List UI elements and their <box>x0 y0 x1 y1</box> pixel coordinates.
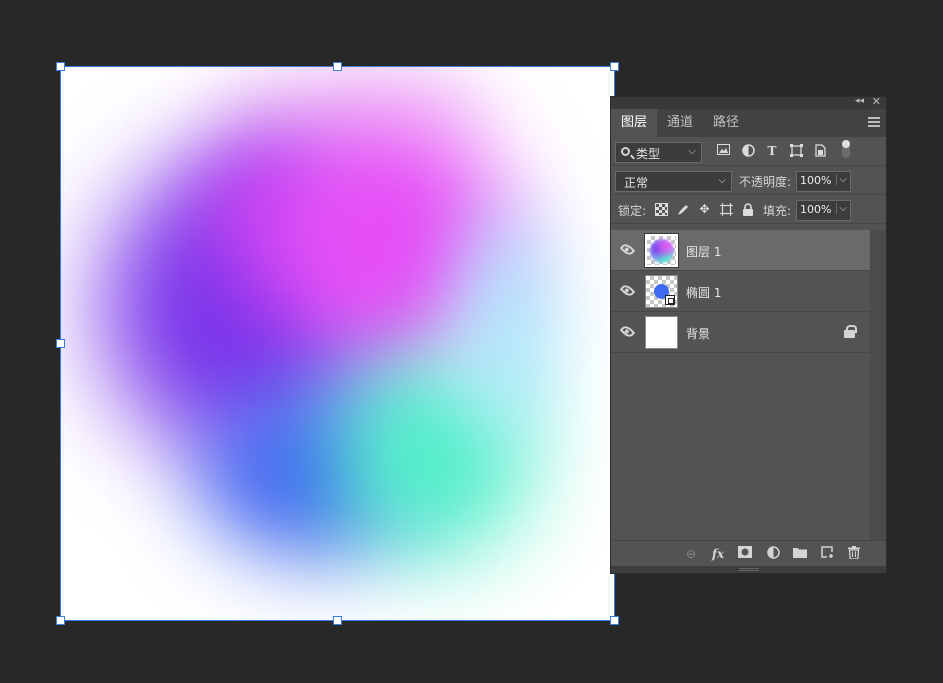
layer-row[interactable]: 背景 <box>611 312 871 353</box>
tab-layers[interactable]: 图层 <box>611 109 658 137</box>
panel-resize-bar[interactable] <box>611 566 886 573</box>
resize-grip-icon[interactable] <box>739 568 759 571</box>
layer-name[interactable]: 背景 <box>686 325 710 342</box>
lock-image-pixels-icon[interactable] <box>677 203 690 216</box>
filter-toggle-switch[interactable] <box>842 140 850 158</box>
delete-layer-icon[interactable] <box>846 546 862 562</box>
blend-mode-dropdown[interactable]: 正常 ⌵ <box>615 171 732 192</box>
chevron-down-icon[interactable]: ⌵ <box>836 174 847 185</box>
lock-row: 锁定: ✥ 填充: 100% ⌵ <box>611 195 886 224</box>
layers-panel: ◂◂ ✕ 图层 通道 路径 类型 ⌵ T 正常 ⌵ 不透明度: 100% ⌵ 锁… <box>610 95 887 574</box>
visibility-eye-icon[interactable] <box>619 241 636 258</box>
add-mask-icon[interactable] <box>737 546 753 562</box>
document-canvas[interactable] <box>61 67 614 620</box>
shape-filter-icon[interactable] <box>789 144 803 158</box>
lock-position-icon[interactable]: ✥ <box>698 203 711 216</box>
gradient-blob-cyan <box>461 207 551 437</box>
blend-mode-row: 正常 ⌵ 不透明度: 100% ⌵ <box>611 166 886 195</box>
transform-handle-bottom-left[interactable] <box>56 616 65 625</box>
filter-kind-label: 类型 <box>636 147 661 161</box>
close-panel-icon[interactable]: ✕ <box>872 95 881 108</box>
fill-label: 填充: <box>763 204 792 218</box>
chevron-down-icon: ⌵ <box>718 175 726 186</box>
visibility-eye-icon[interactable] <box>619 282 636 299</box>
panel-title-bar[interactable]: ◂◂ ✕ <box>611 95 886 109</box>
lock-transparent-pixels-icon[interactable] <box>655 203 668 216</box>
opacity-value: 100% <box>800 174 832 187</box>
fill-value: 100% <box>800 203 832 216</box>
transform-handle-left[interactable] <box>56 339 65 348</box>
layer-name[interactable]: 椭圆 1 <box>686 284 721 301</box>
lock-label: 锁定: <box>618 204 647 218</box>
smart-object-filter-icon[interactable] <box>813 144 827 158</box>
transform-handle-top-right[interactable] <box>610 62 619 71</box>
layer-row[interactable]: 椭圆 1 <box>611 271 871 312</box>
layers-panel-footer: ⊖ fx <box>611 540 886 566</box>
panel-tabs: 图层 通道 路径 <box>611 109 886 137</box>
adjustment-filter-icon[interactable] <box>741 144 755 158</box>
image-filter-icon[interactable] <box>716 144 730 158</box>
chevron-down-icon[interactable]: ⌵ <box>836 203 847 214</box>
fill-input[interactable]: 100% ⌵ <box>796 200 851 221</box>
new-adjustment-icon[interactable] <box>765 546 781 562</box>
layer-filter-row: 类型 ⌵ T <box>611 137 886 166</box>
tab-paths[interactable]: 路径 <box>703 109 749 137</box>
chevron-down-icon: ⌵ <box>688 146 696 157</box>
panel-menu-icon[interactable] <box>868 117 880 127</box>
new-group-icon[interactable] <box>792 546 808 562</box>
layers-list: 图层 1 椭圆 1 背景 <box>611 230 871 540</box>
lock-all-icon[interactable] <box>742 203 755 216</box>
transform-handle-bottom[interactable] <box>333 616 342 625</box>
layer-thumbnail <box>645 316 678 349</box>
gradient-thumbnail <box>650 239 674 263</box>
layers-scrollbar[interactable] <box>870 230 886 540</box>
blend-mode-value: 正常 <box>624 176 649 190</box>
collapse-panel-icon[interactable]: ◂◂ <box>855 96 864 106</box>
opacity-input[interactable]: 100% ⌵ <box>796 171 851 192</box>
layer-thumbnail <box>645 275 678 308</box>
fx-icon[interactable]: fx <box>710 546 726 562</box>
transform-handle-bottom-right[interactable] <box>610 616 619 625</box>
shape-layer-badge-icon <box>665 295 675 305</box>
type-filter-icon[interactable]: T <box>765 144 779 158</box>
transform-handle-top[interactable] <box>333 62 342 71</box>
layer-name[interactable]: 图层 1 <box>686 243 721 260</box>
lock-icon <box>844 325 857 338</box>
search-icon <box>621 147 630 156</box>
transform-handle-top-left[interactable] <box>56 62 65 71</box>
tab-channels[interactable]: 通道 <box>657 109 703 137</box>
layer-row[interactable]: 图层 1 <box>611 230 871 271</box>
visibility-eye-icon[interactable] <box>619 323 636 340</box>
filter-kind-dropdown[interactable]: 类型 ⌵ <box>615 142 702 163</box>
opacity-label: 不透明度: <box>739 175 792 189</box>
new-layer-icon[interactable] <box>819 546 835 562</box>
lock-artboard-icon[interactable] <box>720 203 733 216</box>
link-layers-icon[interactable]: ⊖ <box>683 546 699 562</box>
layer-thumbnail <box>644 233 679 268</box>
